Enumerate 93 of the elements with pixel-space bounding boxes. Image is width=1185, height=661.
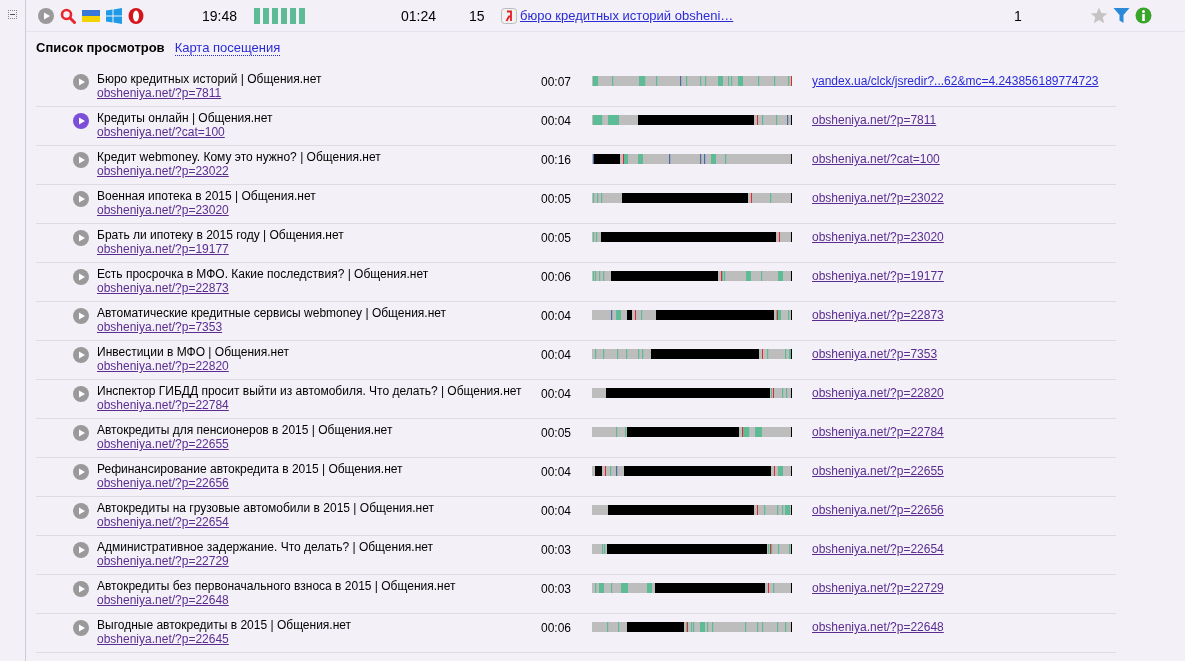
page-link[interactable]: obsheniya.net/?p=23020 bbox=[97, 203, 229, 217]
page-link[interactable]: obsheniya.net/?p=22648 bbox=[97, 593, 229, 607]
view-duration: 00:05 bbox=[541, 425, 573, 440]
session-duration: 01:24 bbox=[401, 7, 438, 24]
page-title: Военная ипотека в 2015 | Общения.нет bbox=[97, 189, 317, 203]
view-duration: 00:05 bbox=[541, 230, 573, 245]
referrer-link[interactable]: obsheniya.net/?p=22656 bbox=[812, 501, 944, 517]
page-title: Инвестиции в МФО | Общения.нет bbox=[97, 345, 290, 359]
referrer-link[interactable]: obsheniya.net/?p=22654 bbox=[812, 540, 944, 556]
view-duration: 00:04 bbox=[541, 308, 573, 323]
play-icon[interactable] bbox=[73, 347, 89, 363]
search-icon bbox=[60, 7, 76, 24]
view-tab[interactable]: Список просмотров bbox=[36, 40, 165, 56]
view-tab[interactable]: Карта посещения bbox=[174, 40, 281, 56]
page-link[interactable]: obsheniya.net/?p=22645 bbox=[97, 632, 229, 646]
page-title: Брать ли ипотеку в 2015 году | Общения.нет bbox=[97, 228, 345, 242]
page-title: Автокредиты для пенсионеров в 2015 | Общения.нет bbox=[97, 423, 394, 437]
page-link[interactable]: obsheniya.net/?p=7353 bbox=[97, 320, 223, 334]
referrer-link[interactable]: obsheniya.net/?p=22729 bbox=[812, 579, 944, 595]
yandex-icon bbox=[501, 7, 517, 24]
page-title: Инспектор ГИБДД просит выйти из автомобиля. Что делать? | Общения.нет bbox=[97, 384, 523, 398]
source-link[interactable]: бюро кредитных историй obsheni… bbox=[520, 8, 1014, 23]
view-duration: 00:07 bbox=[541, 74, 573, 89]
view-duration: 00:04 bbox=[541, 347, 573, 362]
page-title: Автокредиты на грузовые автомобили в 2015 | Общения.нет bbox=[97, 501, 435, 515]
play-icon[interactable] bbox=[73, 542, 89, 558]
page-title: Административное задержание. Что делать? | Общения.нет bbox=[97, 540, 435, 554]
page-title: Кредит webmoney. Кому это нужно? | Общения.нет bbox=[97, 150, 382, 164]
referrer-link[interactable]: obsheniya.net/?p=7353 bbox=[812, 345, 938, 361]
page-link[interactable]: obsheniya.net/?p=22655 bbox=[97, 437, 229, 451]
play-icon[interactable] bbox=[73, 386, 89, 402]
play-icon[interactable] bbox=[73, 269, 89, 285]
flag-icon bbox=[82, 8, 100, 23]
page-link[interactable]: obsheniya.net/?p=22654 bbox=[97, 515, 229, 529]
referrer-link[interactable]: obsheniya.net/?p=22820 bbox=[812, 384, 944, 400]
view-duration: 00:05 bbox=[541, 191, 573, 206]
view-duration: 00:06 bbox=[541, 269, 573, 284]
page-link[interactable]: obsheniya.net/?p=23022 bbox=[97, 164, 229, 178]
referrer-link[interactable]: obsheniya.net/?p=23022 bbox=[812, 189, 944, 205]
play-icon[interactable] bbox=[73, 620, 89, 636]
page-title: Выгодные автокредиты в 2015 | Общения.нет bbox=[97, 618, 353, 632]
page-link[interactable]: obsheniya.net/?p=22873 bbox=[97, 281, 229, 295]
star-icon[interactable] bbox=[1090, 7, 1108, 24]
play-icon[interactable] bbox=[73, 191, 89, 207]
filter-icon[interactable] bbox=[1113, 7, 1130, 24]
view-duration: 00:04 bbox=[541, 386, 573, 401]
play-icon[interactable] bbox=[73, 425, 89, 441]
referrer-link[interactable]: obsheniya.net/?p=19177 bbox=[812, 267, 944, 283]
play-icon[interactable] bbox=[73, 74, 89, 90]
play-icon[interactable] bbox=[73, 581, 89, 597]
view-duration: 00:03 bbox=[541, 542, 573, 557]
referrer-link[interactable]: obsheniya.net/?p=22655 bbox=[812, 462, 944, 478]
opera-icon bbox=[128, 7, 144, 24]
windows-icon bbox=[106, 7, 122, 24]
play-icon[interactable] bbox=[38, 7, 54, 24]
view-duration: 00:04 bbox=[541, 113, 573, 128]
page-link[interactable]: obsheniya.net/?p=22729 bbox=[97, 554, 229, 568]
referrer-link[interactable]: obsheniya.net/?p=23020 bbox=[812, 228, 944, 244]
activity-bars bbox=[254, 7, 305, 24]
page-link[interactable]: obsheniya.net/?p=22656 bbox=[97, 476, 229, 490]
page-title: Рефинансирование автокредита в 2015 | Общения.нет bbox=[97, 462, 404, 476]
page-link[interactable]: obsheniya.net/?cat=100 bbox=[97, 125, 225, 139]
play-icon[interactable] bbox=[73, 503, 89, 519]
visit-time: 19:48 bbox=[202, 7, 239, 24]
view-duration: 00:16 bbox=[541, 152, 573, 167]
view-duration: 00:04 bbox=[541, 464, 573, 479]
page-link[interactable]: obsheniya.net/?p=22784 bbox=[97, 398, 229, 412]
play-icon[interactable] bbox=[73, 113, 89, 129]
page-title: Автоматические кредитные сервисы webmoney | Общения.нет bbox=[97, 306, 448, 320]
page-link[interactable]: obsheniya.net/?p=22820 bbox=[97, 359, 229, 373]
collapse-toggle[interactable] bbox=[8, 10, 17, 19]
page-title: Есть просрочка в МФО. Какие последствия? | Общения.нет bbox=[97, 267, 430, 281]
referrer-link[interactable]: obsheniya.net/?cat=100 bbox=[812, 150, 940, 166]
referrer-link[interactable]: obsheniya.net/?p=22784 bbox=[812, 423, 944, 439]
referrer-link[interactable]: yandex.ua/clck/jsredir?...62&mc=4.243856189774723 bbox=[812, 72, 1099, 88]
view-duration: 00:03 bbox=[541, 581, 573, 596]
page-title: Кредиты онлайн | Общения.нет bbox=[97, 111, 274, 125]
page-title: Автокредиты без первоначального взноса в 2015 | Общения.нет bbox=[97, 579, 457, 593]
page-link[interactable]: obsheniya.net/?p=7811 bbox=[97, 86, 222, 100]
page-link[interactable]: obsheniya.net/?p=19177 bbox=[97, 242, 229, 256]
referrer-link[interactable]: obsheniya.net/?p=7811 bbox=[812, 111, 937, 127]
page-count: 15 bbox=[469, 7, 486, 24]
play-icon[interactable] bbox=[73, 308, 89, 324]
play-icon[interactable] bbox=[73, 152, 89, 168]
view-duration: 00:06 bbox=[541, 620, 573, 635]
info-icon[interactable] bbox=[1135, 7, 1152, 24]
visit-count: 1 bbox=[1014, 7, 1023, 24]
referrer-link[interactable]: obsheniya.net/?p=22873 bbox=[812, 306, 944, 322]
play-icon[interactable] bbox=[73, 464, 89, 480]
page-title: Бюро кредитных историй | Общения.нет bbox=[97, 72, 323, 86]
play-icon[interactable] bbox=[73, 230, 89, 246]
referrer-link[interactable]: obsheniya.net/?p=22648 bbox=[812, 618, 944, 634]
view-duration: 00:04 bbox=[541, 503, 573, 518]
